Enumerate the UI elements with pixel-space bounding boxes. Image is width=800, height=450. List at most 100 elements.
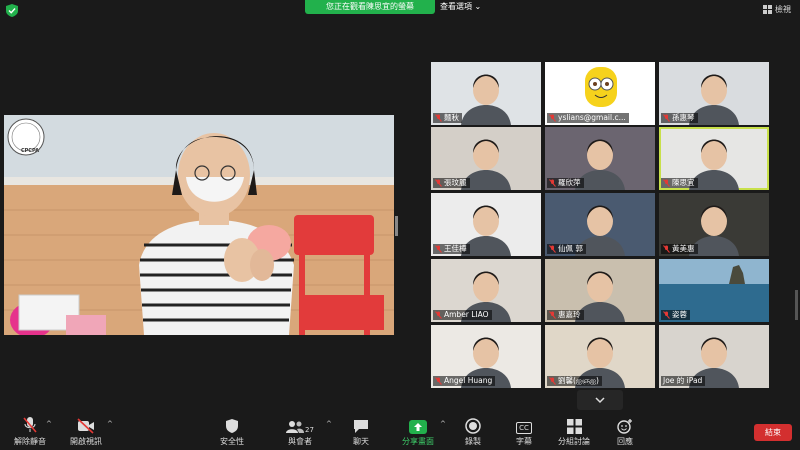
breakout-rooms-label: 分組討論	[558, 437, 590, 446]
view-button-label: 檢視	[775, 5, 791, 14]
reactions-label: 回應	[617, 437, 633, 446]
microphone-muted-icon	[549, 114, 556, 122]
video-options-caret[interactable]: ^	[107, 420, 113, 428]
participant-name-label: Angel Huang	[433, 376, 496, 386]
participant-name: 羅欣萍	[558, 178, 581, 187]
audio-options-caret[interactable]: ^	[46, 420, 52, 428]
participant-tile[interactable]: 仙佩 郭	[545, 193, 655, 256]
participant-name: Angel Huang	[444, 376, 493, 385]
chevron-down-icon: ⌄	[474, 2, 482, 11]
microphone-muted-icon	[663, 114, 670, 122]
view-options-label: 查看選項	[440, 2, 472, 11]
participant-name: 劉馨(ஐஞஐ)	[558, 376, 599, 385]
participant-tile[interactable]: Amber LIAO	[431, 259, 541, 322]
participant-name: Joe 的 iPad	[663, 376, 703, 385]
captions-button[interactable]: CC 字幕	[509, 412, 539, 450]
record-button[interactable]: 錄製	[458, 412, 488, 450]
participant-name: 惠嘉玲	[558, 310, 581, 319]
participant-name-label: 仙佩 郭	[547, 244, 586, 254]
participant-name-label: 陳思宜	[661, 178, 698, 188]
participant-tile[interactable]: 羅欣萍	[545, 127, 655, 190]
participant-tile[interactable]: 張玟麗	[431, 127, 541, 190]
sharing-status-banner: 您正在觀看陳思宜的螢幕	[305, 0, 435, 14]
side-panel-handle[interactable]	[795, 290, 798, 320]
video-camera-off-icon	[77, 418, 94, 434]
participant-name: 孫惠琴	[672, 113, 695, 122]
participant-name: 仙佩 郭	[558, 244, 583, 253]
microphone-muted-icon	[549, 245, 556, 253]
unmute-label: 解除靜音	[14, 437, 46, 446]
participant-tile[interactable]: Joe 的 iPad	[659, 325, 769, 388]
participant-name-label: 孫惠琴	[661, 113, 698, 123]
participant-gallery: 麵秋 yslians@gmail.c... 孫惠琴張玟麗 羅欣萍 陳思宜王佳樺 仙佩 郭 黃…	[431, 62, 771, 388]
participant-tile[interactable]: 陳思宜	[659, 127, 769, 190]
participant-tile[interactable]: 麵秋	[431, 62, 541, 125]
view-options-button[interactable]: 查看選項 ⌄	[440, 1, 481, 12]
participant-name: 張玟麗	[444, 178, 467, 187]
participant-tile[interactable]: 孫惠琴	[659, 62, 769, 125]
share-options-caret[interactable]: ^	[440, 420, 446, 428]
participants-options-caret[interactable]: ^	[326, 420, 332, 428]
participant-name: yslians@gmail.c...	[558, 113, 626, 122]
participant-name: 陳思宜	[672, 178, 695, 187]
microphone-muted-icon	[435, 377, 442, 385]
reactions-button[interactable]: 回應	[610, 412, 640, 450]
chat-bubble-icon	[354, 420, 368, 433]
unmute-button[interactable]: 解除靜音	[8, 412, 52, 450]
more-participants-button[interactable]	[577, 390, 623, 410]
shield-icon	[226, 419, 238, 433]
microphone-muted-icon	[549, 311, 556, 319]
record-icon	[465, 418, 481, 434]
smiley-plus-icon	[617, 419, 632, 434]
participant-name: 姿蓉	[672, 310, 687, 319]
top-bar: 您正在觀看陳思宜的螢幕 查看選項 ⌄ 檢視	[0, 0, 800, 20]
chat-button[interactable]: 聊天	[346, 412, 376, 450]
participant-name: 麵秋	[444, 113, 459, 122]
participant-tile[interactable]: 姿蓉	[659, 259, 769, 322]
start-video-label: 開啟視訊	[70, 437, 102, 446]
start-video-button[interactable]: 開啟視訊	[64, 412, 108, 450]
chat-label: 聊天	[353, 437, 369, 446]
microphone-muted-icon	[549, 377, 556, 385]
grid-view-icon	[763, 5, 772, 14]
breakout-rooms-button[interactable]: 分組討論	[555, 412, 593, 450]
participant-name-label: 惠嘉玲	[547, 310, 584, 320]
participants-label: 與會者	[288, 437, 312, 446]
cpcpa-logo: CPCPA	[20, 148, 40, 154]
share-screen-button[interactable]: 分享畫面	[398, 412, 438, 450]
microphone-muted-icon	[663, 245, 670, 253]
participants-icon	[286, 421, 305, 433]
participant-tile[interactable]: Angel Huang	[431, 325, 541, 388]
split-resize-handle[interactable]	[395, 216, 398, 236]
participant-tile[interactable]: 惠嘉玲	[545, 259, 655, 322]
share-screen-label: 分享畫面	[402, 437, 434, 446]
end-meeting-button[interactable]: 結束	[754, 424, 792, 441]
captions-label: 字幕	[516, 437, 532, 446]
microphone-muted-icon	[663, 311, 670, 319]
closed-captions-icon: CC	[516, 422, 532, 434]
microphone-muted-icon	[435, 245, 442, 253]
participant-name-label: 姿蓉	[661, 310, 690, 320]
security-label: 安全性	[220, 437, 244, 446]
participant-name: 黃美惠	[672, 244, 695, 253]
share-screen-icon	[409, 420, 427, 434]
participant-name-label: 王佳樺	[433, 244, 470, 254]
participant-name-label: Amber LIAO	[433, 310, 492, 320]
participant-tile[interactable]: 黃美惠	[659, 193, 769, 256]
participant-tile[interactable]: 劉馨(ஐஞஐ)	[545, 325, 655, 388]
participant-name-label: Joe 的 iPad	[661, 376, 706, 386]
meeting-toolbar: 解除靜音 ^ 開啟視訊 ^ 安全性 27 與會者 ^ 聊天 分享畫面 ^ 錄製	[0, 412, 800, 450]
shield-check-icon[interactable]	[6, 4, 18, 17]
participant-name: Amber LIAO	[444, 310, 489, 319]
participant-tile[interactable]: 王佳樺	[431, 193, 541, 256]
participant-tile[interactable]: yslians@gmail.c...	[545, 62, 655, 125]
view-button[interactable]: 檢視	[763, 4, 791, 15]
microphone-muted-icon	[435, 179, 442, 187]
security-button[interactable]: 安全性	[214, 412, 250, 450]
participants-button[interactable]: 27 與會者	[282, 412, 318, 450]
microphone-muted-icon	[435, 114, 442, 122]
participant-name-label: 劉馨(ஐஞஐ)	[547, 376, 602, 386]
microphone-muted-icon	[549, 179, 556, 187]
speaker-video-frame	[4, 115, 394, 335]
shared-screen-video[interactable]: CPCPA	[4, 115, 394, 335]
